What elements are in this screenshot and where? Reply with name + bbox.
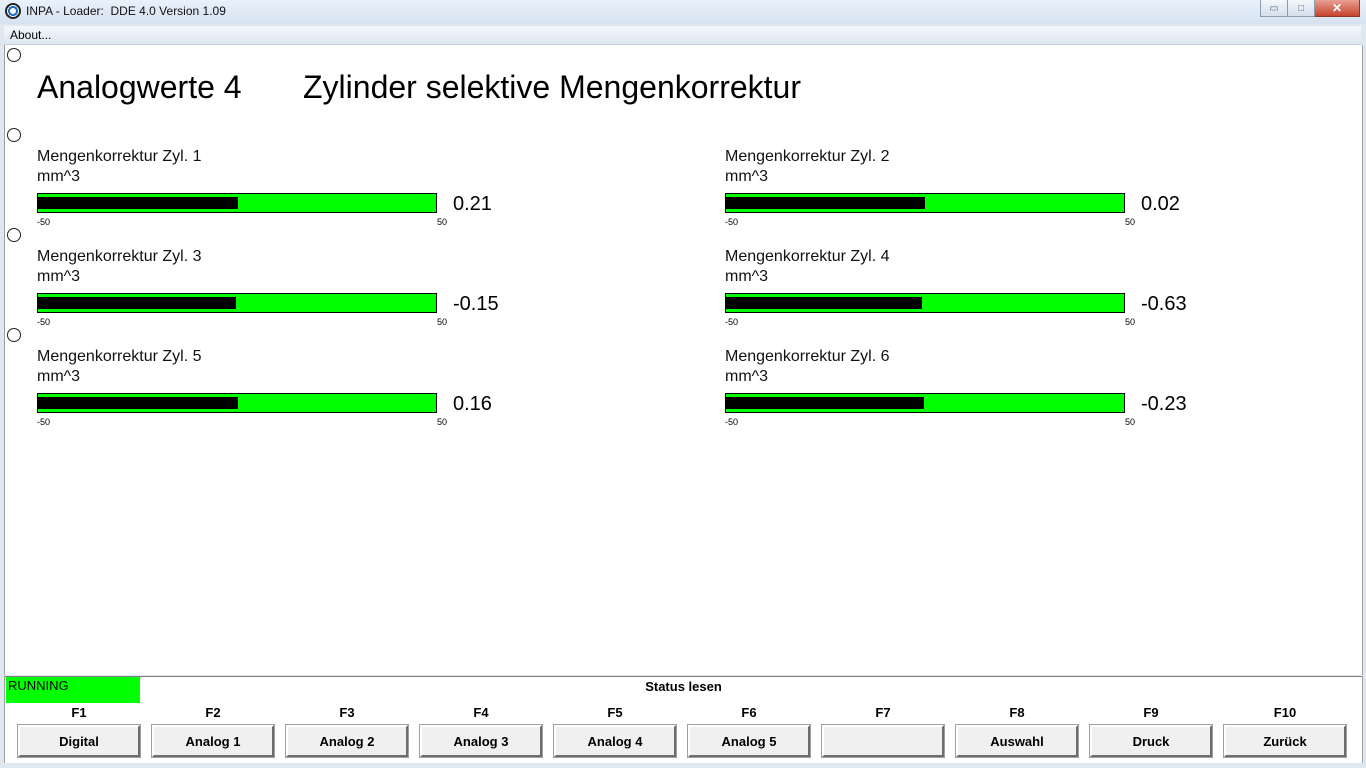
gauge-bar <box>37 293 437 313</box>
window-title: INPA - Loader: DDE 4.0 Version 1.09 <box>26 4 226 18</box>
auswahl-button[interactable]: Auswahl <box>955 724 1079 758</box>
status-title: Status lesen <box>645 679 722 694</box>
gauge-zyl-2: Mengenkorrektur Zyl. 2 mm^3 -50 50 0.02 <box>725 147 1205 242</box>
gauge-bar-fill <box>726 397 925 409</box>
radio-button-2[interactable] <box>7 128 21 142</box>
gauge-unit: mm^3 <box>725 368 769 385</box>
gauge-zyl-5: Mengenkorrektur Zyl. 5 mm^3 -50 50 0.16 <box>37 347 517 442</box>
fkey-label-f9: F9 <box>1143 705 1159 720</box>
gauge-value: -0.63 <box>1141 293 1187 315</box>
minimize-button[interactable]: ▭ <box>1260 0 1288 17</box>
gauge-bar <box>37 393 437 413</box>
function-key-panel: RUNNING Status lesen F1 F2 F3 F4 F5 F6 F… <box>4 676 1363 763</box>
fkey-label-f1: F1 <box>71 705 87 720</box>
gauge-label: Mengenkorrektur Zyl. 5 <box>37 348 202 365</box>
main-content: Analogwerte 4 Zylinder selektive Mengenk… <box>4 45 1363 675</box>
gauge-unit: mm^3 <box>725 168 769 185</box>
gauge-zyl-3: Mengenkorrektur Zyl. 3 mm^3 -50 50 -0.15 <box>37 247 517 342</box>
gauge-unit: mm^3 <box>725 268 769 285</box>
radio-button-1[interactable] <box>7 48 21 62</box>
gauge-max-label: 50 <box>437 417 448 427</box>
gauge-bar-fill <box>726 197 926 209</box>
close-button[interactable]: ✕ <box>1315 0 1360 17</box>
f7-button[interactable] <box>821 724 945 758</box>
gauge-zyl-1: Mengenkorrektur Zyl. 1 mm^3 -50 50 0.21 <box>37 147 517 242</box>
gauge-value: -0.23 <box>1141 393 1187 415</box>
gauge-label: Mengenkorrektur Zyl. 2 <box>725 148 890 165</box>
gauge-min-label: -50 <box>725 317 739 327</box>
page-title: Analogwerte 4 <box>37 69 242 105</box>
gauge-value: 0.16 <box>453 393 492 415</box>
gauge-bar <box>725 193 1125 213</box>
gauge-max-label: 50 <box>1125 317 1136 327</box>
app-window: INPA - Loader: DDE 4.0 Version 1.09 ▭ □ … <box>0 0 1366 768</box>
gauge-bar <box>725 293 1125 313</box>
radio-button-3[interactable] <box>7 228 21 242</box>
gauge-unit: mm^3 <box>37 268 81 285</box>
gauge-label: Mengenkorrektur Zyl. 3 <box>37 248 202 265</box>
fkey-label-f8: F8 <box>1009 705 1025 720</box>
gauge-bar-fill <box>38 197 238 209</box>
menu-about[interactable]: About... <box>10 28 51 42</box>
gauge-min-label: -50 <box>37 217 51 227</box>
radio-button-4[interactable] <box>7 328 21 342</box>
window-controls: ▭ □ ✕ <box>1260 0 1360 17</box>
gauge-max-label: 50 <box>1125 217 1136 227</box>
gauge-bar-fill <box>38 397 238 409</box>
gauge-max-label: 50 <box>1125 417 1136 427</box>
gauge-bar-fill <box>726 297 923 309</box>
gauge-label: Mengenkorrektur Zyl. 6 <box>725 348 890 365</box>
gauge-min-label: -50 <box>37 317 51 327</box>
gauge-value: 0.21 <box>453 193 492 215</box>
menu-bar: About... <box>4 26 1361 45</box>
gauge-zyl-6: Mengenkorrektur Zyl. 6 mm^3 -50 50 -0.23 <box>725 347 1205 442</box>
gauge-zyl-4: Mengenkorrektur Zyl. 4 mm^3 -50 50 -0.63 <box>725 247 1205 342</box>
title-bar[interactable]: INPA - Loader: DDE 4.0 Version 1.09 ▭ □ … <box>0 0 1366 24</box>
digital-button[interactable]: Digital <box>17 724 141 758</box>
analog-5-button[interactable]: Analog 5 <box>687 724 811 758</box>
gauge-min-label: -50 <box>725 217 739 227</box>
analog-1-button[interactable]: Analog 1 <box>151 724 275 758</box>
gauge-unit: mm^3 <box>37 168 81 185</box>
analog-4-button[interactable]: Analog 4 <box>553 724 677 758</box>
gauge-label: Mengenkorrektur Zyl. 4 <box>725 248 890 265</box>
druck-button[interactable]: Druck <box>1089 724 1213 758</box>
gauge-bar <box>725 393 1125 413</box>
page-subtitle: Zylinder selektive Mengenkorrektur <box>303 69 801 105</box>
gauge-unit: mm^3 <box>37 368 81 385</box>
analog-2-button[interactable]: Analog 2 <box>285 724 409 758</box>
fkey-label-f3: F3 <box>339 705 355 720</box>
gauge-value: 0.02 <box>1141 193 1180 215</box>
fkey-label-f7: F7 <box>875 705 891 720</box>
gauge-value: -0.15 <box>453 293 499 315</box>
maximize-button[interactable]: □ <box>1288 0 1315 17</box>
bmw-logo-icon <box>5 3 21 19</box>
fkey-label-f2: F2 <box>205 705 221 720</box>
gauge-max-label: 50 <box>437 317 448 327</box>
gauge-min-label: -50 <box>37 417 51 427</box>
gauge-label: Mengenkorrektur Zyl. 1 <box>37 148 202 165</box>
fkey-label-f5: F5 <box>607 705 623 720</box>
fkey-label-f10: F10 <box>1273 705 1297 720</box>
gauge-max-label: 50 <box>437 217 448 227</box>
fkey-label-f6: F6 <box>741 705 757 720</box>
analog-3-button[interactable]: Analog 3 <box>419 724 543 758</box>
zurueck-button[interactable]: Zurück <box>1223 724 1347 758</box>
gauge-bar-fill <box>38 297 237 309</box>
gauge-bar <box>37 193 437 213</box>
fkey-label-f4: F4 <box>473 705 489 720</box>
gauge-min-label: -50 <box>725 417 739 427</box>
